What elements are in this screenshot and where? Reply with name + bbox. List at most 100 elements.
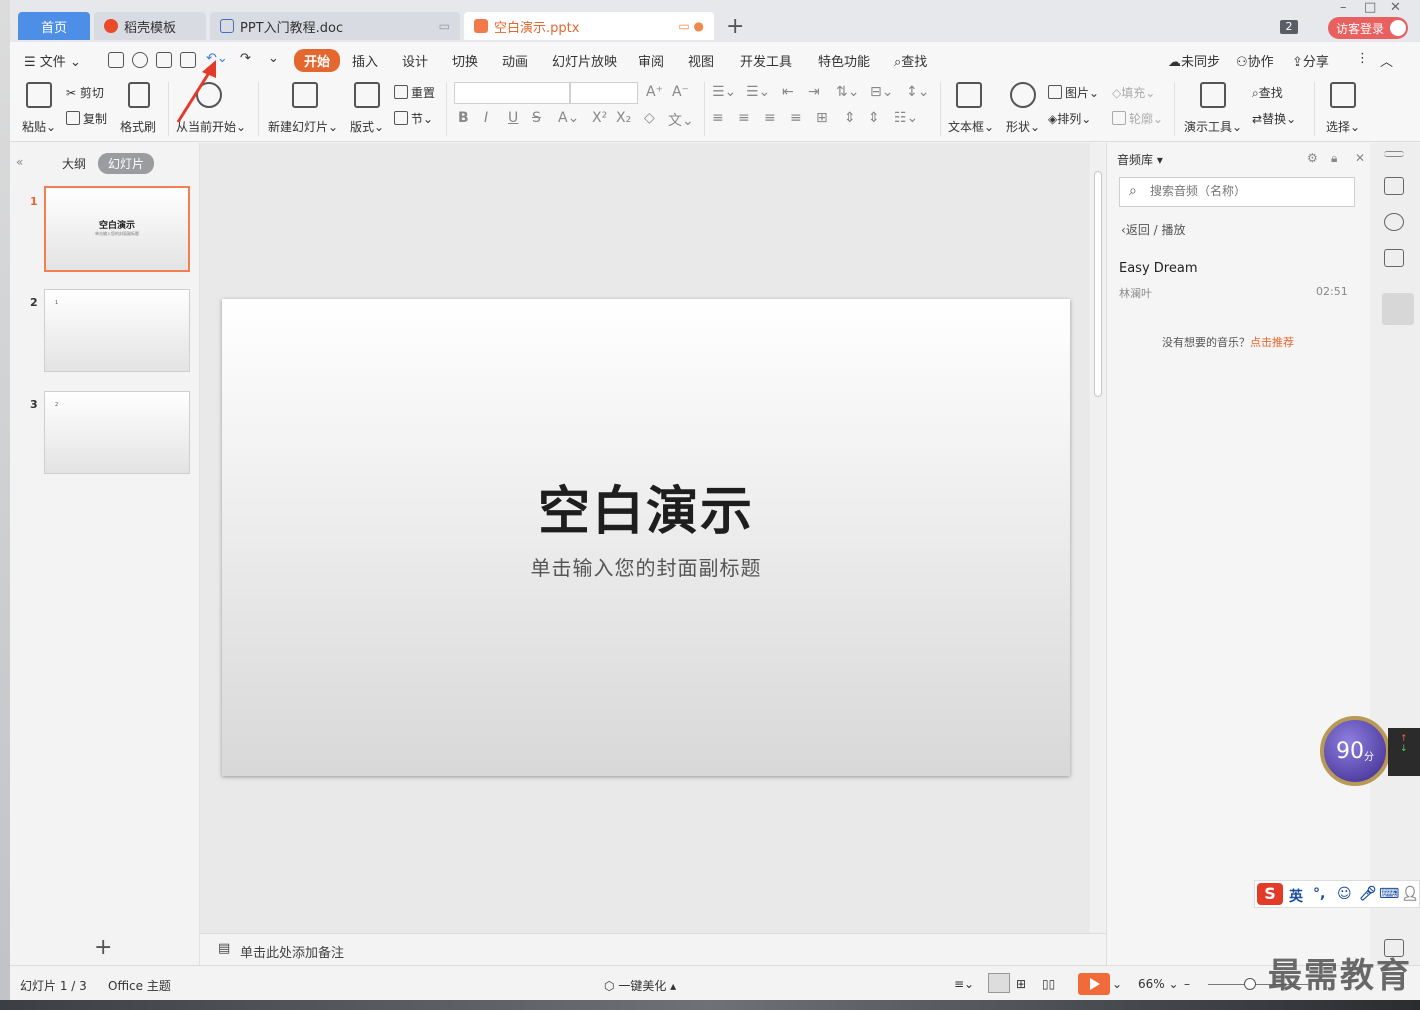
share-button[interactable]: ⇪分享 — [1292, 51, 1329, 70]
vertical-scrollbar[interactable] — [1091, 143, 1105, 933]
audio-library-title[interactable]: 音频库 ▾ — [1117, 151, 1163, 168]
font-size-select[interactable] — [570, 82, 638, 104]
theme-name[interactable]: Office 主题 — [108, 977, 171, 994]
keyboard-icon[interactable]: ⌨ — [1379, 886, 1399, 902]
slide-thumbnail[interactable]: 2 — [44, 391, 190, 474]
slide-thumbnail[interactable]: 1 — [44, 289, 190, 372]
textbox-button[interactable]: 文本框⌄ — [948, 118, 994, 135]
cut-button[interactable]: ✂ 剪切 — [66, 84, 104, 101]
tab-pptx[interactable]: 空白演示.pptx ▭ ● — [464, 12, 714, 40]
tab-outline[interactable]: 大纲 — [62, 155, 86, 172]
zoom-out-icon[interactable]: – — [1184, 977, 1190, 991]
recommend-link[interactable]: 点击推荐 — [1250, 336, 1294, 349]
outline-button[interactable]: 轮廓⌄ — [1112, 110, 1163, 127]
phonetic-icon[interactable]: 文⌄ — [668, 110, 694, 130]
menu-item-slideshow[interactable]: 幻灯片放映 — [552, 51, 617, 70]
italic-icon[interactable]: I — [484, 110, 488, 126]
convert-smartart-icon[interactable]: ☷⌄ — [894, 110, 918, 126]
zoom-slider-knob[interactable] — [1244, 978, 1256, 990]
slide-thumbnail[interactable]: 空白演示 单击输入您的封面副标题 — [44, 186, 190, 272]
text-direction-icon[interactable]: ⇅⌄ — [836, 84, 859, 100]
strikethrough-icon[interactable]: S — [532, 110, 541, 126]
select-icon[interactable] — [1330, 82, 1356, 108]
minimize-icon[interactable]: – — [1340, 0, 1347, 15]
clear-format-icon[interactable]: ◇ — [644, 110, 655, 126]
menu-item-review[interactable]: 审阅 — [638, 51, 664, 70]
paragraph-spacing-icon[interactable]: ⇕ — [844, 110, 856, 126]
customize-qat-icon[interactable]: ⌄ — [268, 51, 279, 66]
transition-icon[interactable] — [1384, 249, 1404, 267]
zoom-level[interactable]: 66% ⌄ — [1138, 977, 1179, 991]
new-slide-button[interactable]: 新建幻灯片⌄ — [268, 118, 338, 135]
format-painter-button[interactable]: 格式刷 — [120, 118, 156, 135]
arrange-button[interactable]: ◈排列⌄ — [1048, 110, 1091, 127]
menu-item-features[interactable]: 特色功能 — [818, 51, 870, 70]
copy-button[interactable]: 复制 — [66, 110, 107, 127]
punctuation-icon[interactable]: °, — [1313, 886, 1325, 902]
menu-item-developer[interactable]: 开发工具 — [740, 51, 792, 70]
shape-icon[interactable] — [1010, 82, 1036, 108]
modified-dot-icon[interactable]: ▭ ● — [678, 19, 704, 33]
monitor-icon[interactable]: ▭ — [439, 19, 450, 33]
sync-status[interactable]: ☁未同步 — [1168, 51, 1220, 70]
numbered-list-icon[interactable]: ☰⌄ — [746, 84, 770, 100]
layout-icon[interactable] — [354, 82, 380, 108]
select-button[interactable]: 选择⌄ — [1326, 118, 1360, 135]
picture-button[interactable]: 图片⌄ — [1048, 84, 1099, 101]
font-grow-icon[interactable]: A⁺ — [646, 84, 663, 100]
user-account-icon[interactable]: 👤︎ — [1401, 886, 1419, 902]
subscript-icon[interactable]: X₂ — [616, 110, 631, 126]
collaborate-button[interactable]: ⚇协作 — [1236, 51, 1274, 70]
increase-indent-icon[interactable]: ⇥ — [808, 84, 820, 100]
audio-speaker-icon[interactable] — [1382, 293, 1414, 325]
beautify-button[interactable]: ⬡ 一键美化 ▴ — [604, 977, 676, 994]
menu-item-transition[interactable]: 切换 — [452, 51, 478, 70]
play-options-icon[interactable]: ⌄ — [1112, 977, 1122, 991]
tab-home[interactable]: 首页 — [18, 12, 90, 40]
font-name-select[interactable] — [454, 82, 570, 104]
paste-button[interactable]: 粘贴⌄ — [22, 118, 56, 135]
print-icon[interactable] — [156, 52, 172, 68]
guest-login-button[interactable]: 访客登录 — [1328, 17, 1408, 39]
settings-gear-icon[interactable]: ⚙ — [1307, 151, 1318, 165]
tab-slides[interactable]: 幻灯片 — [98, 153, 155, 174]
layout-button[interactable]: 版式⌄ — [350, 118, 384, 135]
fill-button[interactable]: ◇填充⌄ — [1112, 84, 1155, 101]
add-slide-plus-icon[interactable]: + — [94, 935, 112, 960]
reading-view-icon[interactable]: ▯▯ — [1042, 977, 1055, 991]
new-tab-plus-icon[interactable]: + — [726, 14, 744, 39]
collapse-panel-icon[interactable]: « — [16, 155, 23, 169]
align-text-icon[interactable]: ⊟⌄ — [870, 84, 893, 100]
slide-subtitle-placeholder[interactable]: 单击输入您的封面副标题 — [222, 552, 1070, 581]
performance-score-badge[interactable]: 90 分 — [1320, 716, 1390, 786]
emoji-icon[interactable]: ☺ — [1337, 886, 1352, 902]
play-slideshow-button[interactable] — [1078, 973, 1110, 995]
tab-doc[interactable]: PPT入门教程.doc ▭ — [210, 12, 460, 40]
lock-icon[interactable]: 🔒︎ — [1331, 151, 1337, 166]
align-center-icon[interactable]: ≡ — [738, 110, 750, 126]
justify-icon[interactable]: ≡ — [790, 110, 802, 126]
slide-1[interactable]: 空白演示 单击输入您的封面副标题 — [222, 299, 1070, 776]
normal-view-icon[interactable] — [988, 973, 1010, 993]
replace-button[interactable]: ⇄替换⌄ — [1252, 110, 1296, 127]
collapse-ribbon-icon[interactable]: ︿ — [1380, 51, 1393, 70]
present-tools-button[interactable]: 演示工具⌄ — [1184, 118, 1242, 135]
section-button[interactable]: 节⌄ — [394, 110, 433, 127]
format-painter-icon[interactable] — [128, 82, 150, 108]
window-count-badge[interactable]: 2 — [1280, 20, 1298, 34]
back-link[interactable]: ‹返回 — [1121, 223, 1150, 237]
columns-icon[interactable]: ⇕ — [868, 110, 880, 126]
menu-item-design[interactable]: 设计 — [402, 51, 428, 70]
paste-icon[interactable] — [26, 82, 52, 108]
collapse-sidebar-icon[interactable] — [1384, 151, 1404, 157]
distribute-icon[interactable]: ⊞ — [816, 110, 828, 126]
underline-icon[interactable]: U — [508, 110, 518, 126]
close-pane-icon[interactable]: ✕ — [1355, 151, 1365, 165]
find-button[interactable]: ⌕查找 — [1252, 84, 1283, 101]
more-icon[interactable]: ⋮ — [1356, 51, 1369, 66]
align-right-icon[interactable]: ≡ — [764, 110, 776, 126]
bold-icon[interactable]: B — [458, 110, 469, 126]
shape-button[interactable]: 形状⌄ — [1006, 118, 1040, 135]
superscript-icon[interactable]: X² — [592, 110, 607, 126]
maximize-icon[interactable]: □ — [1364, 0, 1376, 15]
